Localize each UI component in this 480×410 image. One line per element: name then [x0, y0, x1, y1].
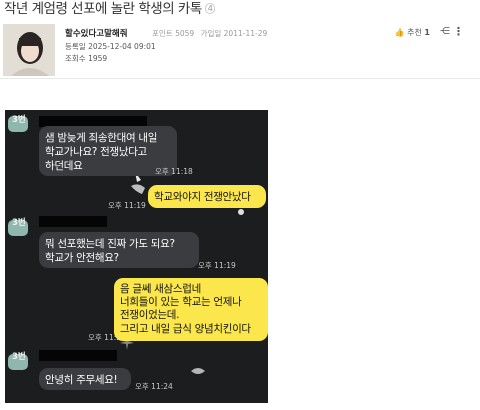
message-line: 그리고 내일 급식 양념치킨이다 — [120, 322, 251, 335]
message-line: 안녕히 주무세요! — [45, 374, 118, 386]
post-title: 작년 계엄령 선포에 놀란 학생의 카톡 4 — [4, 0, 216, 18]
sender-badge-label: 3번 — [12, 352, 26, 362]
message-time: 오후 11:24 — [135, 382, 173, 391]
message-line: 학교와야지 전쟁안났다 — [154, 191, 251, 203]
sender-badge-label: 3번 — [12, 218, 26, 228]
author-avatar[interactable] — [3, 24, 55, 76]
chat-message-incoming: 안녕히 주무세요! — [39, 368, 131, 390]
author-name[interactable]: 할수있다고말해줘 — [65, 27, 128, 39]
thumbs-up-icon: 👍 — [394, 28, 405, 37]
author-joined: 가입일 2011-11-29 — [200, 29, 268, 38]
chat-message-incoming: 뭐 선포했는데 진짜 가도 되요? 학교가 안전해요? — [39, 232, 199, 268]
recommend-button[interactable]: 👍 추천 1 — [395, 27, 430, 38]
header-divider — [0, 78, 480, 79]
message-line: 학교가나요? 전쟁났다고 — [45, 146, 147, 158]
message-line: 전쟁이었는데. — [120, 309, 180, 322]
share-icon[interactable]: ⋲ — [440, 26, 450, 37]
sender-badge-label: 3번 — [12, 115, 26, 125]
chat-message-outgoing: 음 글쎄 새삼스럽네 너희들이 있는 학교는 언제나 전쟁이었는데. 그리고 내… — [114, 278, 268, 341]
kakaotalk-screenshot: 3번 샘 밤늦게 죄송한대여 내일 학교가나요? 전쟁났다고 하던데요 오후 1… — [5, 110, 268, 403]
bird-doodle-icon — [191, 368, 205, 374]
message-line: 너희들이 있는 학교는 언제나 — [120, 296, 242, 309]
message-line: 샘 밤늦게 죄송한대여 내일 — [45, 132, 158, 144]
redacted-sender-name — [39, 350, 117, 361]
redacted-sender-name — [39, 216, 107, 227]
comment-count-badge[interactable]: 4 — [204, 3, 216, 14]
recommend-label: 추천 — [407, 28, 422, 37]
chat-message-outgoing: 학교와야지 전쟁안났다 — [148, 185, 266, 208]
message-line: 뭐 선포했는데 진짜 가도 되요? — [45, 238, 175, 250]
avatar-photo — [3, 24, 55, 76]
post-header: 할수있다고말해줘 포인트 5059 가입일 2011-11-29 등록일 202… — [0, 24, 480, 82]
message-line: 하던데요 — [45, 160, 83, 172]
post-title-bar: 작년 계엄령 선포에 놀란 학생의 카톡 4 — [4, 0, 480, 20]
more-vertical-icon[interactable]: ⋮ — [453, 25, 464, 38]
author-points: 포인트 5059 — [152, 29, 195, 38]
message-time: 오후 11:18 — [155, 167, 193, 176]
post-registered: 등록일 2025-12-04 09:01 — [65, 42, 156, 51]
post-views: 조회수 1959 — [65, 54, 108, 63]
message-line: 음 글쎄 새삼스럽네 — [120, 283, 201, 295]
message-time: 오후 11:19 — [198, 261, 236, 270]
author-meta: 포인트 5059 가입일 2011-11-29 — [152, 28, 271, 39]
recommend-count: 1 — [424, 28, 430, 37]
message-line: 학교가 안전해요? — [45, 252, 119, 264]
message-time: 오후 11:19 — [108, 201, 146, 210]
